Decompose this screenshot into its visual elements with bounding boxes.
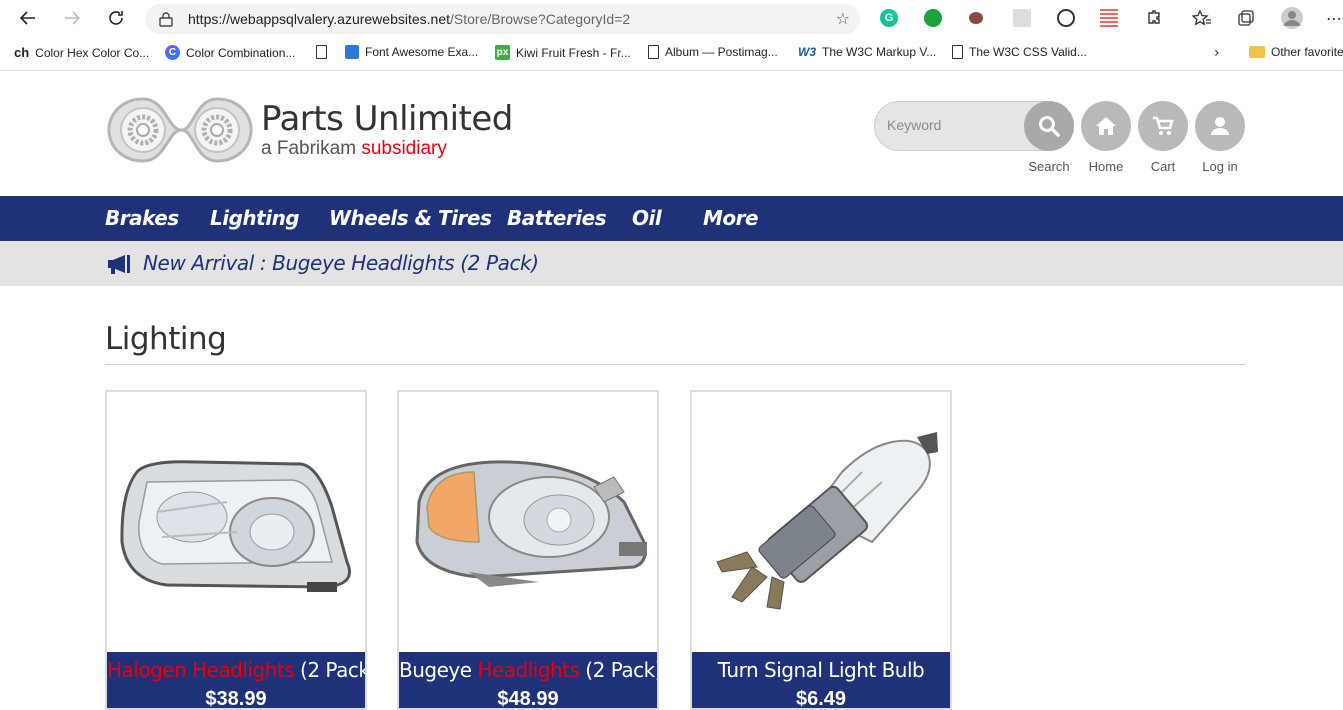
url-text: https://webappsqlvalery.azurewebsites.ne…	[188, 11, 631, 27]
brand-tagline: a Fabrikam subsidiary	[261, 138, 447, 160]
bookmark-item[interactable]: px Kiwi Fruit Fresh - Fr...	[495, 45, 631, 60]
product-caption: Halogen Headlights (2 Pack) $38.99	[107, 652, 365, 710]
nav-item-lighting[interactable]: Lighting	[210, 206, 300, 230]
profile-avatar-icon[interactable]	[1280, 6, 1304, 30]
flag-icon	[345, 45, 359, 59]
folder-icon	[1249, 46, 1265, 58]
product-card[interactable]: Bugeye Headlights (2 Pack) $48.99	[397, 390, 659, 710]
halogen-headlight-image	[120, 460, 351, 592]
product-name[interactable]: Halogen Headlights (2 Pack)	[107, 658, 365, 682]
search-input[interactable]	[887, 117, 1017, 133]
login-label[interactable]: Log in	[1190, 159, 1250, 174]
new-arrival-link[interactable]: New Arrival : Bugeye Headlights (2 Pack)	[143, 251, 539, 275]
bookmark-label: Color Hex Color Co...	[35, 45, 150, 60]
search-label[interactable]: Search	[1019, 159, 1079, 174]
add-favorite-icon[interactable]: ☆	[836, 9, 850, 28]
ch-icon: ch	[14, 45, 30, 60]
nav-item-wheels-tires[interactable]: Wheels & Tires	[329, 206, 492, 230]
tagline-prefix: a Fabrikam	[261, 138, 357, 159]
nav-item-more[interactable]: More	[703, 206, 759, 230]
collections-icon[interactable]	[1234, 6, 1258, 30]
product-name[interactable]: Turn Signal Light Bulb	[692, 658, 950, 682]
megaphone-icon	[108, 255, 130, 274]
cart-button[interactable]	[1138, 101, 1188, 151]
bookmark-label: The W3C Markup V...	[822, 45, 937, 59]
bookmark-item[interactable]: ch Color Hex Color Co...	[14, 45, 149, 60]
bookmark-item[interactable]: Font Awesome Exa...	[316, 45, 478, 59]
light-bulb-image	[716, 432, 938, 610]
extension-icon[interactable]	[1057, 9, 1075, 27]
c-circle-icon: C	[165, 45, 180, 60]
browser-toolbar: https://webappsqlvalery.azurewebsites.ne…	[0, 0, 1343, 37]
page-title: Lighting	[105, 321, 227, 357]
product-price: $6.49	[795, 688, 847, 710]
announcement-banner: New Arrival : Bugeye Headlights (2 Pack)	[0, 241, 1343, 286]
bookmark-item[interactable]: Album — Postimag...	[648, 45, 778, 59]
product-caption: Turn Signal Light Bulb $6.49	[692, 652, 950, 710]
product-name[interactable]: Bugeye Headlights (2 Pack)	[399, 658, 657, 682]
nav-item-brakes[interactable]: Brakes	[105, 206, 179, 230]
user-icon	[1211, 117, 1229, 135]
bookmark-item[interactable]: The W3C CSS Valid...	[952, 45, 1087, 59]
bookmark-label: The W3C CSS Valid...	[969, 45, 1087, 59]
product-price: $48.99	[497, 688, 559, 710]
nav-item-oil[interactable]: Oil	[632, 206, 662, 230]
lock-icon	[159, 12, 173, 27]
extension-icon[interactable]	[969, 12, 983, 24]
bookmark-label: Album — Postimag...	[665, 45, 778, 59]
extension-icon[interactable]	[1013, 9, 1031, 27]
login-button[interactable]	[1195, 101, 1245, 151]
category-nav: Brakes Lighting Wheels & Tires Batteries…	[0, 196, 1343, 241]
favorites-icon[interactable]	[1190, 6, 1214, 30]
search-icon	[1039, 116, 1060, 137]
bookmark-item[interactable]: W3 The W3C Markup V...	[798, 45, 936, 59]
bugeye-headlight-image	[415, 460, 647, 587]
parts-unlimited-logo[interactable]	[105, 95, 255, 165]
search-button[interactable]	[1024, 101, 1074, 151]
home-button[interactable]	[1081, 101, 1131, 151]
refresh-icon[interactable]	[104, 6, 128, 30]
brand-name[interactable]: Parts Unlimited	[261, 99, 513, 139]
back-icon[interactable]	[16, 6, 40, 30]
extensions-icon[interactable]	[1142, 6, 1166, 30]
page-icon	[316, 45, 327, 59]
address-bar[interactable]: https://webappsqlvalery.azurewebsites.ne…	[145, 4, 860, 34]
checkmark-extension-icon[interactable]	[924, 9, 942, 27]
more-menu-icon[interactable]: ⋯	[1322, 6, 1343, 30]
extension-icon[interactable]	[1100, 9, 1118, 27]
home-label[interactable]: Home	[1076, 159, 1136, 174]
w3-icon: W3	[798, 45, 816, 59]
px-icon: px	[495, 45, 510, 60]
forward-icon[interactable]	[60, 6, 84, 30]
bookmarks-bar: ch Color Hex Color Co... C Color Combina…	[0, 37, 1343, 71]
product-caption: Bugeye Headlights (2 Pack) $48.99	[399, 652, 657, 710]
bookmark-label: Kiwi Fruit Fresh - Fr...	[516, 45, 631, 60]
product-card[interactable]: Turn Signal Light Bulb $6.49	[690, 390, 952, 710]
page-icon	[648, 45, 659, 59]
tagline-subsidiary: subsidiary	[361, 138, 447, 159]
bookmark-label: Color Combination...	[186, 45, 296, 60]
nav-item-batteries[interactable]: Batteries	[507, 206, 607, 230]
bookmark-label: Font Awesome Exa...	[365, 45, 479, 59]
product-card[interactable]: Halogen Headlights (2 Pack) $38.99	[105, 390, 367, 710]
bookmark-folder[interactable]: Other favorite	[1249, 45, 1343, 59]
product-price: $38.99	[205, 688, 267, 710]
cart-icon	[1153, 116, 1174, 135]
home-icon	[1096, 117, 1116, 135]
grammarly-icon[interactable]: G	[880, 9, 898, 27]
divider	[105, 364, 1245, 365]
bookmark-label: Other favorite	[1271, 45, 1343, 59]
cart-label[interactable]: Cart	[1133, 159, 1193, 174]
chevron-right-icon[interactable]: ›	[1214, 45, 1220, 61]
page-icon	[952, 45, 963, 59]
bookmark-item[interactable]: C Color Combination...	[165, 45, 295, 60]
